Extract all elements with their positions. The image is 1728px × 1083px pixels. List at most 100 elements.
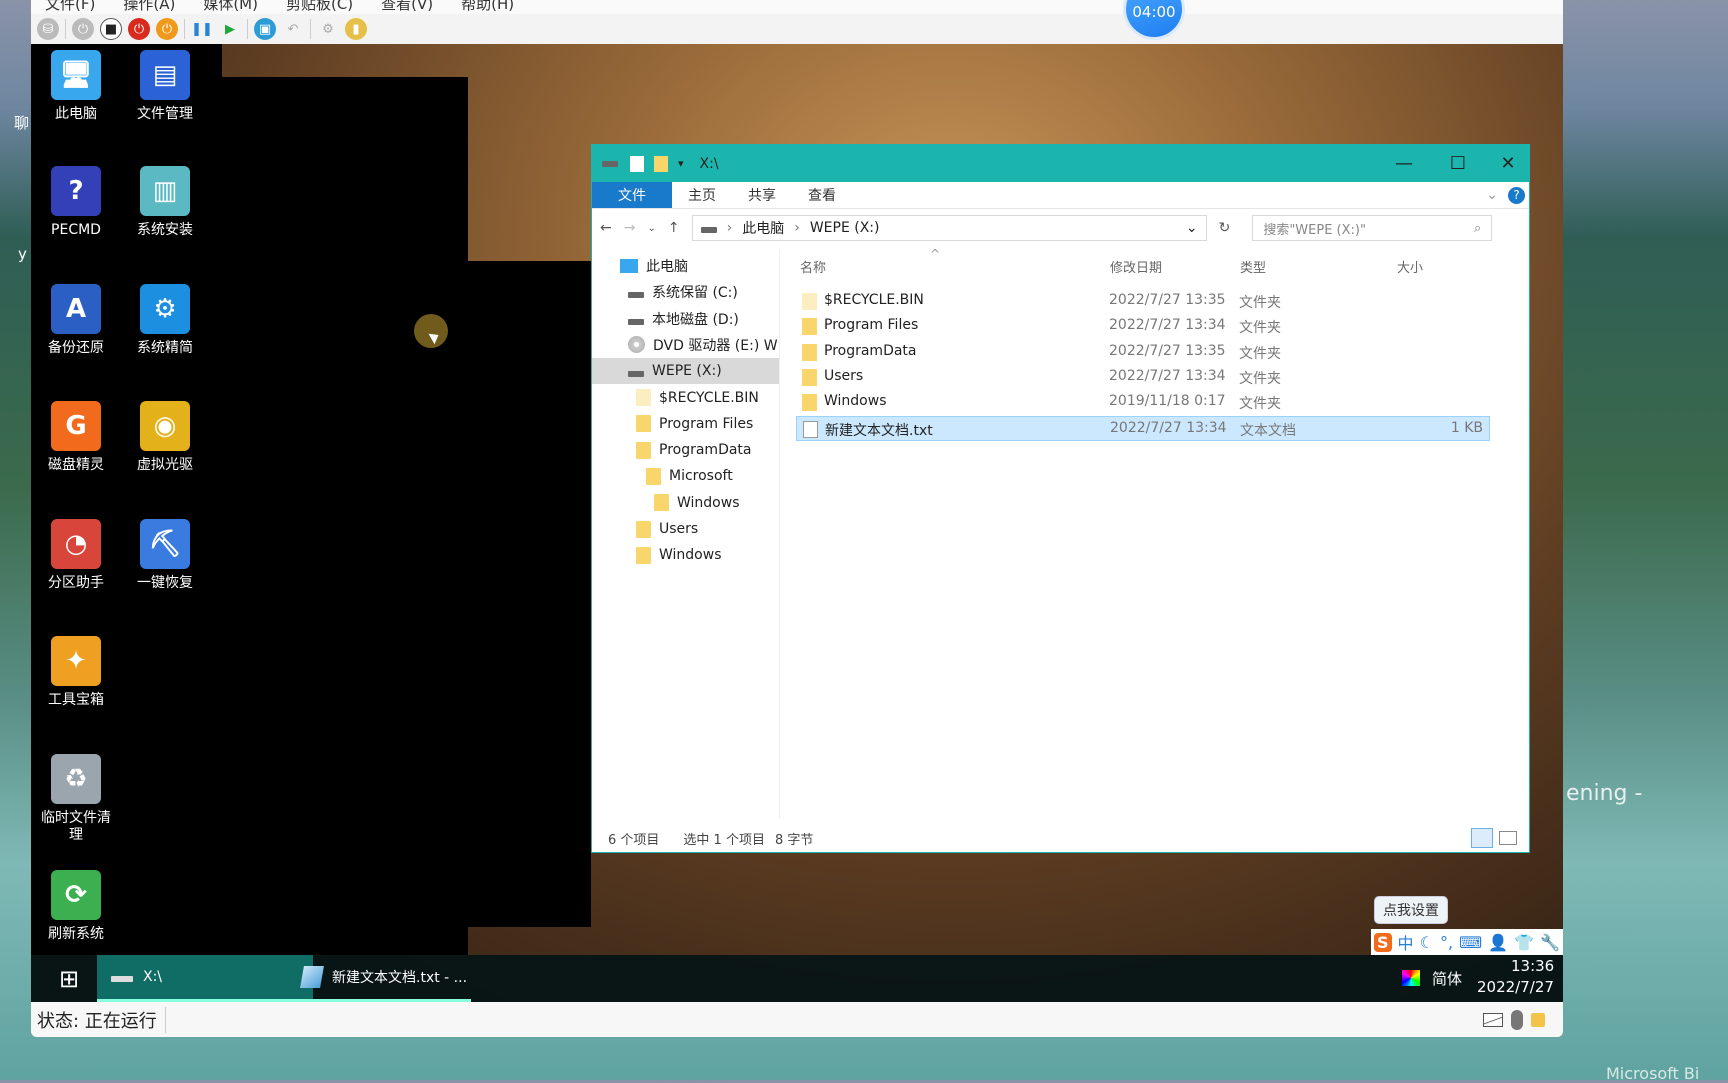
desktop-icon[interactable]: ⛏ 一键恢复 <box>120 519 210 592</box>
up-button[interactable]: ↑ <box>668 220 680 236</box>
tab-file[interactable]: 文件 <box>592 182 672 208</box>
mouse-cursor <box>414 314 448 348</box>
hdd-status-icon[interactable] <box>1483 1012 1503 1027</box>
nav-item[interactable]: Program Files <box>592 411 779 437</box>
desktop-icon[interactable]: ◔ 分区助手 <box>31 519 121 592</box>
address-dropdown-icon[interactable]: ⌄ <box>1186 220 1198 236</box>
desktop-icon[interactable]: ◉ 虚拟光驱 <box>120 401 210 474</box>
snapshot-icon[interactable]: ▣ <box>254 18 276 40</box>
desktop-icon[interactable]: ♻ 临时文件清理 <box>31 754 121 844</box>
nav-item[interactable]: DVD 驱动器 (E:) W <box>592 332 779 358</box>
power-red-icon[interactable]: ⏻ <box>128 18 150 40</box>
forward-button[interactable]: → <box>624 220 636 236</box>
vm-status-text: 状态: 正在运行 <box>37 1006 166 1033</box>
back-button[interactable]: ← <box>600 220 612 236</box>
column-type[interactable]: 类型 <box>1240 257 1266 276</box>
recent-locations-icon[interactable]: ⌄ <box>647 223 655 234</box>
quick-access-dropdown-icon[interactable]: ▾ <box>678 157 684 170</box>
clock-time[interactable]: 13:36 <box>1511 957 1554 975</box>
column-date[interactable]: 修改日期 <box>1110 257 1162 276</box>
nav-item[interactable]: 此电脑 <box>592 253 779 279</box>
play-icon[interactable]: ▶ <box>219 18 241 40</box>
expand-ribbon-icon[interactable]: ⌄ <box>1476 182 1508 208</box>
vm-menu-item[interactable]: 操作(A) <box>123 0 175 12</box>
file-row[interactable]: Program Files 2022/7/27 13:34 文件夹 <box>796 314 1490 339</box>
column-name[interactable]: 名称 <box>800 257 826 276</box>
file-row[interactable]: 新建文本文档.txt 2022/7/27 13:34 文本文档 1 KB <box>796 415 1490 441</box>
lock-status-icon[interactable] <box>1531 1012 1545 1027</box>
moon-icon[interactable]: ☾ <box>1420 933 1434 952</box>
nav-item[interactable]: WEPE (X:) <box>592 358 779 385</box>
notepad-icon <box>300 966 324 988</box>
input-language[interactable]: 简体 <box>1432 968 1462 989</box>
pause-icon[interactable]: ❚❚ <box>191 18 213 40</box>
minimize-button[interactable]: — <box>1377 145 1431 182</box>
desktop-icon[interactable]: A 备份还原 <box>31 284 121 357</box>
user-icon[interactable]: 👤 <box>1488 933 1508 952</box>
tab-share[interactable]: 共享 <box>732 182 792 208</box>
vm-status-bar: 状态: 正在运行 <box>31 1002 1563 1037</box>
nav-item[interactable]: Microsoft <box>592 463 779 489</box>
settings-icon[interactable]: ⚙ <box>317 18 339 40</box>
vm-menu-item[interactable]: 媒体(M) <box>203 0 258 12</box>
desktop-icon[interactable]: ? PECMD <box>31 166 121 239</box>
desktop-icon[interactable]: ✦ 工具宝箱 <box>31 636 121 709</box>
file-row[interactable]: Windows 2019/11/18 0:17 文件夹 <box>796 390 1490 415</box>
keyboard-icon[interactable]: ⌨ <box>1459 933 1482 952</box>
skin-icon[interactable]: 👕 <box>1514 933 1534 952</box>
folder-share-icon[interactable]: ▮ <box>345 18 367 40</box>
mouse-status-icon[interactable] <box>1511 1009 1523 1030</box>
tab-home[interactable]: 主页 <box>672 182 732 208</box>
column-size[interactable]: 大小 <box>1397 257 1423 276</box>
desktop-icon[interactable]: ⚙ 系统精简 <box>120 284 210 357</box>
vm-menu-item[interactable]: 文件(F) <box>45 0 95 12</box>
folder-icon[interactable] <box>654 155 668 172</box>
refresh-button[interactable]: ↻ <box>1219 220 1231 236</box>
ime-mode-toggle[interactable]: 中 <box>1398 930 1414 954</box>
taskbar-item-explorer[interactable]: X:\ <box>97 955 313 1002</box>
desktop-icon[interactable]: 🖥 此电脑 <box>31 50 121 123</box>
nav-item[interactable]: Windows <box>592 542 779 568</box>
desktop-icon[interactable]: ▤ 文件管理 <box>120 50 210 123</box>
breadcrumb-this-pc[interactable]: 此电脑 <box>742 218 784 238</box>
tab-view[interactable]: 查看 <box>792 182 852 208</box>
vm-menu-item[interactable]: 帮助(H) <box>461 0 514 12</box>
network-icon[interactable]: ⛁ <box>37 18 59 40</box>
details-view-button[interactable] <box>1471 828 1493 848</box>
new-file-icon[interactable] <box>630 155 644 172</box>
file-row[interactable]: ProgramData 2022/7/27 13:35 文件夹 <box>796 340 1490 365</box>
nav-item[interactable]: 本地磁盘 (D:) <box>592 306 779 332</box>
maximize-button[interactable]: ☐ <box>1431 145 1485 182</box>
punctuation-icon[interactable]: °, <box>1440 933 1453 952</box>
vm-menu-item[interactable]: 剪贴板(C) <box>286 0 353 12</box>
desktop-icon[interactable]: ⟳ 刷新系统 <box>31 870 121 943</box>
file-row[interactable]: $RECYCLE.BIN 2022/7/27 13:35 文件夹 <box>796 289 1490 314</box>
title-bar[interactable]: ▾ X:\ — ☐ ✕ <box>592 145 1529 182</box>
desktop-icon[interactable]: ▥ 系统安装 <box>120 166 210 239</box>
nav-item[interactable]: 系统保留 (C:) <box>592 279 779 305</box>
nav-item[interactable]: $RECYCLE.BIN <box>592 385 779 411</box>
file-row[interactable]: Users 2022/7/27 13:34 文件夹 <box>796 365 1490 390</box>
start-button[interactable]: ⊞ <box>45 955 79 1002</box>
nav-item[interactable]: Users <box>592 516 779 542</box>
folder-icon <box>654 494 669 512</box>
nav-item[interactable]: Windows <box>592 490 779 516</box>
clock-date[interactable]: 2022/7/27 <box>1477 978 1554 996</box>
color-icon[interactable] <box>1402 970 1420 986</box>
nav-item[interactable]: ProgramData <box>592 437 779 463</box>
sogou-icon[interactable]: S <box>1374 932 1392 952</box>
wrench-icon[interactable]: 🔧 <box>1540 933 1560 952</box>
taskbar-item-notepad[interactable]: 新建文本文档.txt - ... <box>288 955 471 1002</box>
stop-icon[interactable]: ■ <box>100 18 122 40</box>
breadcrumb-wepe[interactable]: WEPE (X:) <box>810 220 880 236</box>
power-gray-icon[interactable]: ⏻ <box>72 18 94 40</box>
large-icons-view-button[interactable] <box>1499 831 1517 845</box>
undo-icon[interactable]: ↶ <box>282 18 304 40</box>
address-bar[interactable]: › 此电脑 › WEPE (X:) ⌄ <box>691 215 1207 241</box>
search-input[interactable]: 搜索"WEPE (X:)" ⌕ <box>1252 215 1493 241</box>
desktop-icon[interactable]: G 磁盘精灵 <box>31 401 121 474</box>
help-icon[interactable]: ? <box>1508 187 1525 204</box>
power-orange-icon[interactable]: ⏻ <box>156 18 178 40</box>
close-button[interactable]: ✕ <box>1481 145 1535 182</box>
vm-menu-item[interactable]: 查看(V) <box>381 0 433 12</box>
